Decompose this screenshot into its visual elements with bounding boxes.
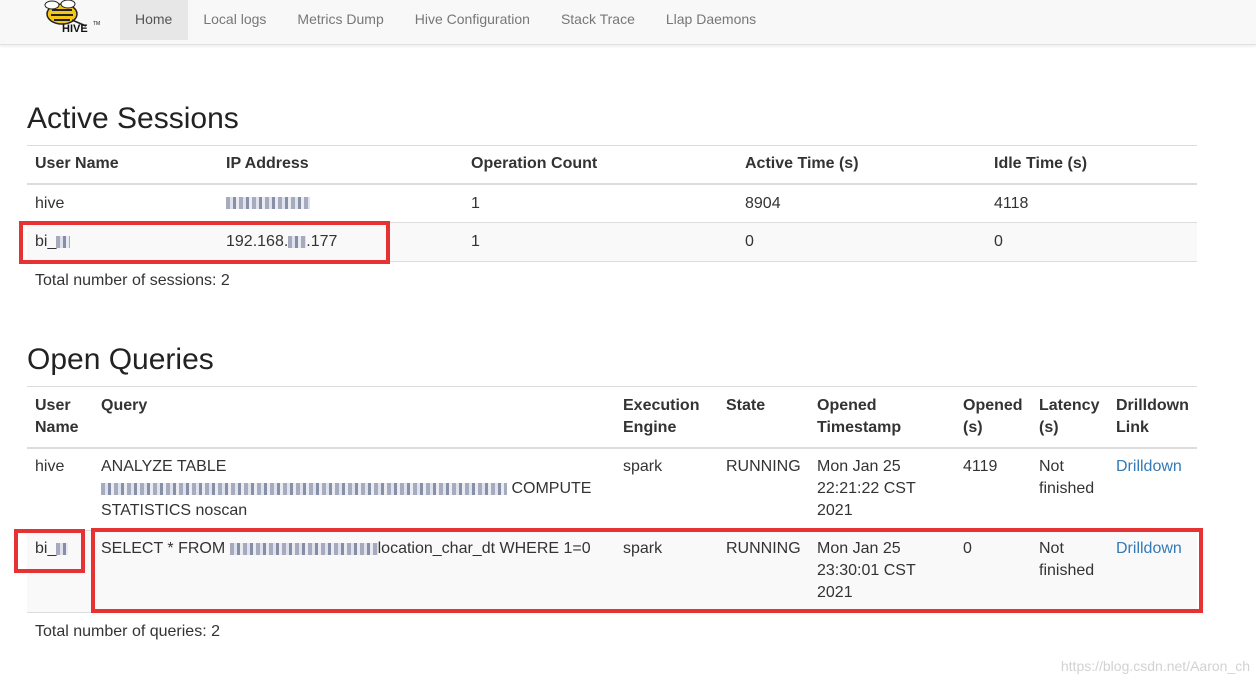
table-row: bi_ 192.168. .177 1 0 0: [27, 222, 1197, 262]
timestamp-year: 2021: [817, 502, 853, 519]
drilldown-link[interactable]: Drilldown: [1116, 458, 1182, 475]
query-opened-seconds: 0: [955, 530, 1031, 613]
redacted-table-name: [101, 482, 507, 495]
query-text-start: SELECT * FROM: [101, 540, 226, 557]
query-opened-timestamp: Mon Jan 25 22:21:22 CST 2021: [809, 447, 955, 531]
session-ip: [218, 183, 463, 223]
session-op-count: 1: [463, 183, 737, 223]
query-user: hive: [27, 447, 93, 531]
logo-trademark: TM: [93, 21, 101, 27]
session-user: bi_: [27, 222, 218, 262]
timestamp-date: Mon Jan 25: [817, 540, 901, 557]
query-line-tail: COMPUTE: [511, 480, 592, 497]
query-engine: spark: [615, 530, 718, 613]
col-state: State: [718, 386, 809, 449]
query-user: bi_: [27, 530, 93, 613]
col-user-name: User Name: [27, 386, 93, 449]
query-line: COMPUTE: [101, 478, 607, 500]
timestamp-year: 2021: [817, 584, 853, 601]
col-latency: Latency (s): [1031, 386, 1108, 449]
latency-line: finished: [1039, 480, 1095, 497]
drilldown-link[interactable]: Drilldown: [1116, 540, 1182, 557]
table-row: hive 1 8904 4118: [27, 183, 1197, 223]
session-user: hive: [27, 183, 218, 223]
sessions-total: Total number of sessions: 2: [35, 272, 230, 289]
query-latency: Not finished: [1031, 447, 1108, 531]
table-row: hive ANALYZE TABLE COMPUTE STATISTICS no…: [27, 447, 1197, 531]
query-opened-seconds: 4119: [955, 447, 1031, 531]
query-line: STATISTICS noscan: [101, 502, 248, 519]
open-queries-table: User Name Query Execution Engine State O…: [27, 386, 1197, 613]
redacted-ip: [226, 197, 310, 210]
logo-text: HIVE: [62, 23, 88, 35]
query-line: ANALYZE TABLE: [101, 458, 227, 475]
session-ip: 192.168. .177: [218, 222, 463, 262]
session-active-time: 8904: [737, 183, 986, 223]
watermark: https://blog.csdn.net/Aaron_ch: [1060, 658, 1250, 674]
open-queries-title: Open Queries: [27, 343, 214, 376]
col-idle-time: Idle Time (s): [986, 145, 1197, 185]
query-drilldown: Drilldown: [1108, 530, 1197, 613]
query-text: SELECT * FROM location_char_dt WHERE 1=0: [93, 530, 615, 613]
timestamp-time: 22:21:22 CST: [817, 480, 916, 497]
table-header-row: User Name Query Execution Engine State O…: [27, 386, 1197, 449]
session-ip-text: 192.168.: [226, 233, 289, 250]
queries-total: Total number of queries: 2: [35, 623, 220, 640]
active-sessions-table: User Name IP Address Operation Count Act…: [27, 145, 1197, 262]
active-sessions-title: Active Sessions: [27, 102, 239, 135]
session-idle-time: 4118: [986, 183, 1197, 223]
latency-line: Not: [1039, 458, 1064, 475]
timestamp-date: Mon Jan 25: [817, 458, 901, 475]
query-state: RUNNING: [718, 447, 809, 531]
col-opened-timestamp: Opened Timestamp: [809, 386, 955, 449]
top-navbar: HIVE TM Home Local logs Metrics Dump Hiv…: [0, 0, 1256, 45]
query-drilldown: Drilldown: [1108, 447, 1197, 531]
col-operation-count: Operation Count: [463, 145, 737, 185]
col-execution-engine: Execution Engine: [615, 386, 718, 449]
latency-line: finished: [1039, 562, 1095, 579]
table-row: bi_ SELECT * FROM location_char_dt WHERE…: [27, 530, 1197, 613]
redacted-table-name: [229, 542, 378, 555]
query-opened-timestamp: Mon Jan 25 23:30:01 CST 2021: [809, 530, 955, 613]
main-nav: Home Local logs Metrics Dump Hive Config…: [120, 0, 772, 44]
query-state: RUNNING: [718, 530, 809, 613]
col-opened-seconds: Opened (s): [955, 386, 1031, 449]
redacted-user: [56, 542, 69, 555]
nav-stack-trace[interactable]: Stack Trace: [546, 0, 651, 40]
session-ip-tail: .177: [306, 233, 338, 250]
query-text: ANALYZE TABLE COMPUTE STATISTICS noscan: [93, 447, 615, 531]
col-query: Query: [93, 386, 615, 449]
table-header-row: User Name IP Address Operation Count Act…: [27, 145, 1197, 185]
query-text-end: location_char_dt WHERE 1=0: [377, 540, 591, 557]
session-active-time: 0: [737, 222, 986, 262]
latency-line: Not: [1039, 540, 1064, 557]
nav-metrics-dump[interactable]: Metrics Dump: [282, 0, 399, 40]
timestamp-time: 23:30:01 CST: [817, 562, 916, 579]
hive-logo[interactable]: HIVE TM: [38, 0, 108, 40]
redacted-ip: [288, 235, 307, 248]
col-drilldown-link: Drilldown Link: [1108, 386, 1197, 449]
nav-local-logs[interactable]: Local logs: [188, 0, 282, 40]
nav-llap-daemons[interactable]: Llap Daemons: [651, 0, 772, 40]
session-idle-time: 0: [986, 222, 1197, 262]
col-ip-address: IP Address: [218, 145, 463, 185]
session-op-count: 1: [463, 222, 737, 262]
query-latency: Not finished: [1031, 530, 1108, 613]
nav-hive-configuration[interactable]: Hive Configuration: [400, 0, 546, 40]
col-active-time: Active Time (s): [737, 145, 986, 185]
session-user-text: bi_: [35, 233, 57, 250]
redacted-user: [56, 235, 71, 248]
col-user-name: User Name: [27, 145, 218, 185]
query-user-text: bi_: [35, 540, 57, 557]
nav-home[interactable]: Home: [120, 0, 189, 40]
query-engine: spark: [615, 447, 718, 531]
